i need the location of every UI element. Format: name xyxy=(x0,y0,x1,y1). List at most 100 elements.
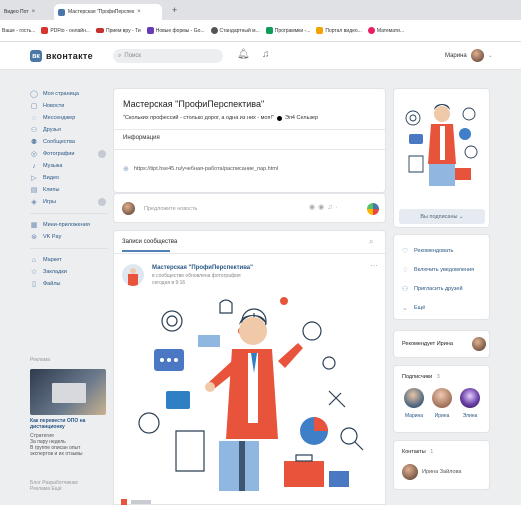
bookmark[interactable]: Портал видео... xyxy=(316,27,362,34)
user-menu[interactable]: Марина ⌄ xyxy=(445,49,493,62)
video-icon: ▷ xyxy=(31,175,37,182)
avatar[interactable] xyxy=(472,337,486,351)
vk-logo[interactable]: вк вконтакте xyxy=(30,50,93,62)
more-icon[interactable]: · xyxy=(335,204,340,211)
files-icon: ▯ xyxy=(32,281,36,288)
divider xyxy=(30,213,108,214)
forms-icon xyxy=(146,27,154,34)
contact-name[interactable]: Ирина Зайлова xyxy=(422,469,461,475)
community-feed: Записи сообщества ⌕ Мастерская "ПрофиПер… xyxy=(113,230,386,505)
group-cover-card: Вы подписаны ⌄ xyxy=(393,88,490,228)
left-sidebar: ◯ Моя страница ▢ Новости ◌ Мессенджер ⚇ Друз… xyxy=(30,88,108,290)
gear-icon[interactable] xyxy=(98,150,106,158)
post-author[interactable]: Мастерская "ПрофиПерспектива" xyxy=(152,265,253,271)
portal-icon xyxy=(316,27,324,34)
recommends-text: Рекомендует Ирина xyxy=(402,341,453,347)
composer-placeholder[interactable]: Предложите новость xyxy=(144,206,197,212)
subscriber-name[interactable]: Марина xyxy=(401,413,427,419)
bookmark[interactable]: Ваше - гость... xyxy=(2,28,35,34)
gear-icon xyxy=(302,321,322,341)
games-icon: ◈ xyxy=(31,199,37,206)
group-avatar[interactable] xyxy=(122,264,144,286)
more-icon[interactable]: ⋯ xyxy=(370,261,378,270)
sheets-icon xyxy=(265,27,273,34)
browser-tab-1[interactable]: Видео Пот × xyxy=(0,4,50,20)
subscribed-button[interactable]: Вы подписаны ⌄ xyxy=(399,209,485,224)
figure-body xyxy=(128,274,138,286)
sidebar-item-messenger[interactable]: ◌ Мессенджер xyxy=(30,112,108,124)
chevron-down-icon: ⌄ xyxy=(487,53,493,59)
ad-image[interactable] xyxy=(30,369,106,415)
recommend-action[interactable]: ♡ Рекомендовать xyxy=(402,247,453,255)
music-icon: ♪ xyxy=(32,162,36,170)
bell-icon[interactable]: 🔔︎ xyxy=(237,49,250,60)
sidebar-item-files[interactable]: ▯ Файлы xyxy=(30,278,108,290)
subscriber-name[interactable]: Ирина xyxy=(429,413,455,419)
vk-service-icon[interactable] xyxy=(367,203,379,215)
ad-title[interactable]: Как перевести ОПО на дистанционку xyxy=(30,418,108,430)
search-input[interactable]: ⌕ Поиск xyxy=(113,49,223,63)
status-dot-icon xyxy=(276,115,282,121)
sidebar-item-mini-apps[interactable]: ▦ Мини-приложения xyxy=(30,219,108,231)
sidebar-item-games[interactable]: ◈ Игры xyxy=(30,196,108,208)
invite-action[interactable]: ⚇ Пригласить друзей xyxy=(402,285,463,293)
notifications-action[interactable]: ♢ Включить уведомления xyxy=(402,266,474,274)
bookmark[interactable]: PDFto - онлайн... xyxy=(41,27,90,34)
bookmark[interactable]: Математи... xyxy=(367,27,404,34)
sidebar-item-photos[interactable]: ◎ Фотографии xyxy=(30,148,108,160)
groups-icon: ⚉ xyxy=(30,139,38,146)
bookmark-icon: ☆ xyxy=(30,269,38,276)
post-composer[interactable]: Предложите новость ◉◉♫· xyxy=(113,193,386,223)
sidebar-item-clips[interactable]: ▤ Клипы xyxy=(30,184,108,196)
sidebar-item-video[interactable]: ▷ Видео xyxy=(30,172,108,184)
contacts-title[interactable]: Контакты 1 xyxy=(402,449,433,455)
avatar[interactable] xyxy=(404,388,424,408)
subscriber-name[interactable]: Элина xyxy=(457,413,483,419)
post-image[interactable] xyxy=(124,291,374,501)
sidebar-item-music[interactable]: ♪ Музыка xyxy=(30,160,108,172)
close-icon[interactable]: × xyxy=(137,9,141,15)
sidebar-item-bookmarks[interactable]: ☆ Закладки xyxy=(30,266,108,278)
sidebar-item-my-page[interactable]: ◯ Моя страница xyxy=(30,88,108,100)
laptop-graphic xyxy=(52,383,86,403)
vk-favicon-icon xyxy=(58,8,65,16)
invite-icon: ⚇ xyxy=(402,286,409,293)
gear-icon[interactable] xyxy=(98,198,106,206)
sidebar-item-market[interactable]: ⌂ Маркет xyxy=(30,254,108,266)
more-action[interactable]: ⌄ Ещё xyxy=(402,304,425,312)
browser-tab-2-active[interactable]: Мастерская "ПрофиПерспек × xyxy=(54,4,162,20)
target-icon xyxy=(161,310,183,332)
divider xyxy=(30,248,108,249)
group-link[interactable]: ⊕ https://tipt.hse45.ru/учебная-работа/р… xyxy=(123,165,278,173)
ad-label: Реклама xyxy=(30,357,51,363)
recommends-card[interactable]: Рекомендует Ирина xyxy=(393,330,490,358)
vk-logo-icon: вк xyxy=(30,50,42,62)
sidebar-item-groups[interactable]: ⚉ Сообщества xyxy=(30,136,108,148)
attach-icons[interactable]: ◉◉♫· xyxy=(309,203,341,211)
new-tab-button[interactable]: + xyxy=(172,5,177,15)
music-icon[interactable]: ♫ xyxy=(262,49,270,60)
group-avatar-image[interactable] xyxy=(399,94,485,194)
sidebar-item-vk-pay[interactable]: ⊛ VK Pay xyxy=(30,231,108,243)
friends-icon: ⚇ xyxy=(30,127,38,134)
sidebar-item-friends[interactable]: ⚇ Друзья xyxy=(30,124,108,136)
tab-community-posts[interactable]: Записи сообщества xyxy=(122,239,177,245)
footer-links[interactable]: Блог Разработчикам Реклама Ещё xyxy=(30,480,78,492)
ad-text: Стратегия За пару недель В группе описан… xyxy=(30,433,83,457)
bookmark[interactable]: Новые формы - Go... xyxy=(146,27,205,34)
bookmark[interactable]: Программки -... xyxy=(265,27,310,34)
subscribers-count: 3 xyxy=(436,374,440,380)
post-date[interactable]: сегодня в 9:16 xyxy=(152,280,185,286)
close-icon[interactable]: × xyxy=(32,9,36,15)
camera-icon[interactable]: ◉ xyxy=(309,204,318,211)
search-icon[interactable]: ⌕ xyxy=(369,237,373,247)
avatar[interactable] xyxy=(432,388,452,408)
bookmark[interactable]: Стандартный м... xyxy=(210,27,260,34)
video-icon[interactable]: ◉ xyxy=(318,204,327,211)
bookmark[interactable]: Прием вру - Ти xyxy=(96,28,141,34)
sidebar-item-news[interactable]: ▢ Новости xyxy=(30,100,108,112)
avatar[interactable] xyxy=(402,464,418,480)
subscribers-title[interactable]: Подписчики 3 xyxy=(402,374,440,380)
book-icon xyxy=(329,471,349,487)
avatar[interactable] xyxy=(460,388,480,408)
